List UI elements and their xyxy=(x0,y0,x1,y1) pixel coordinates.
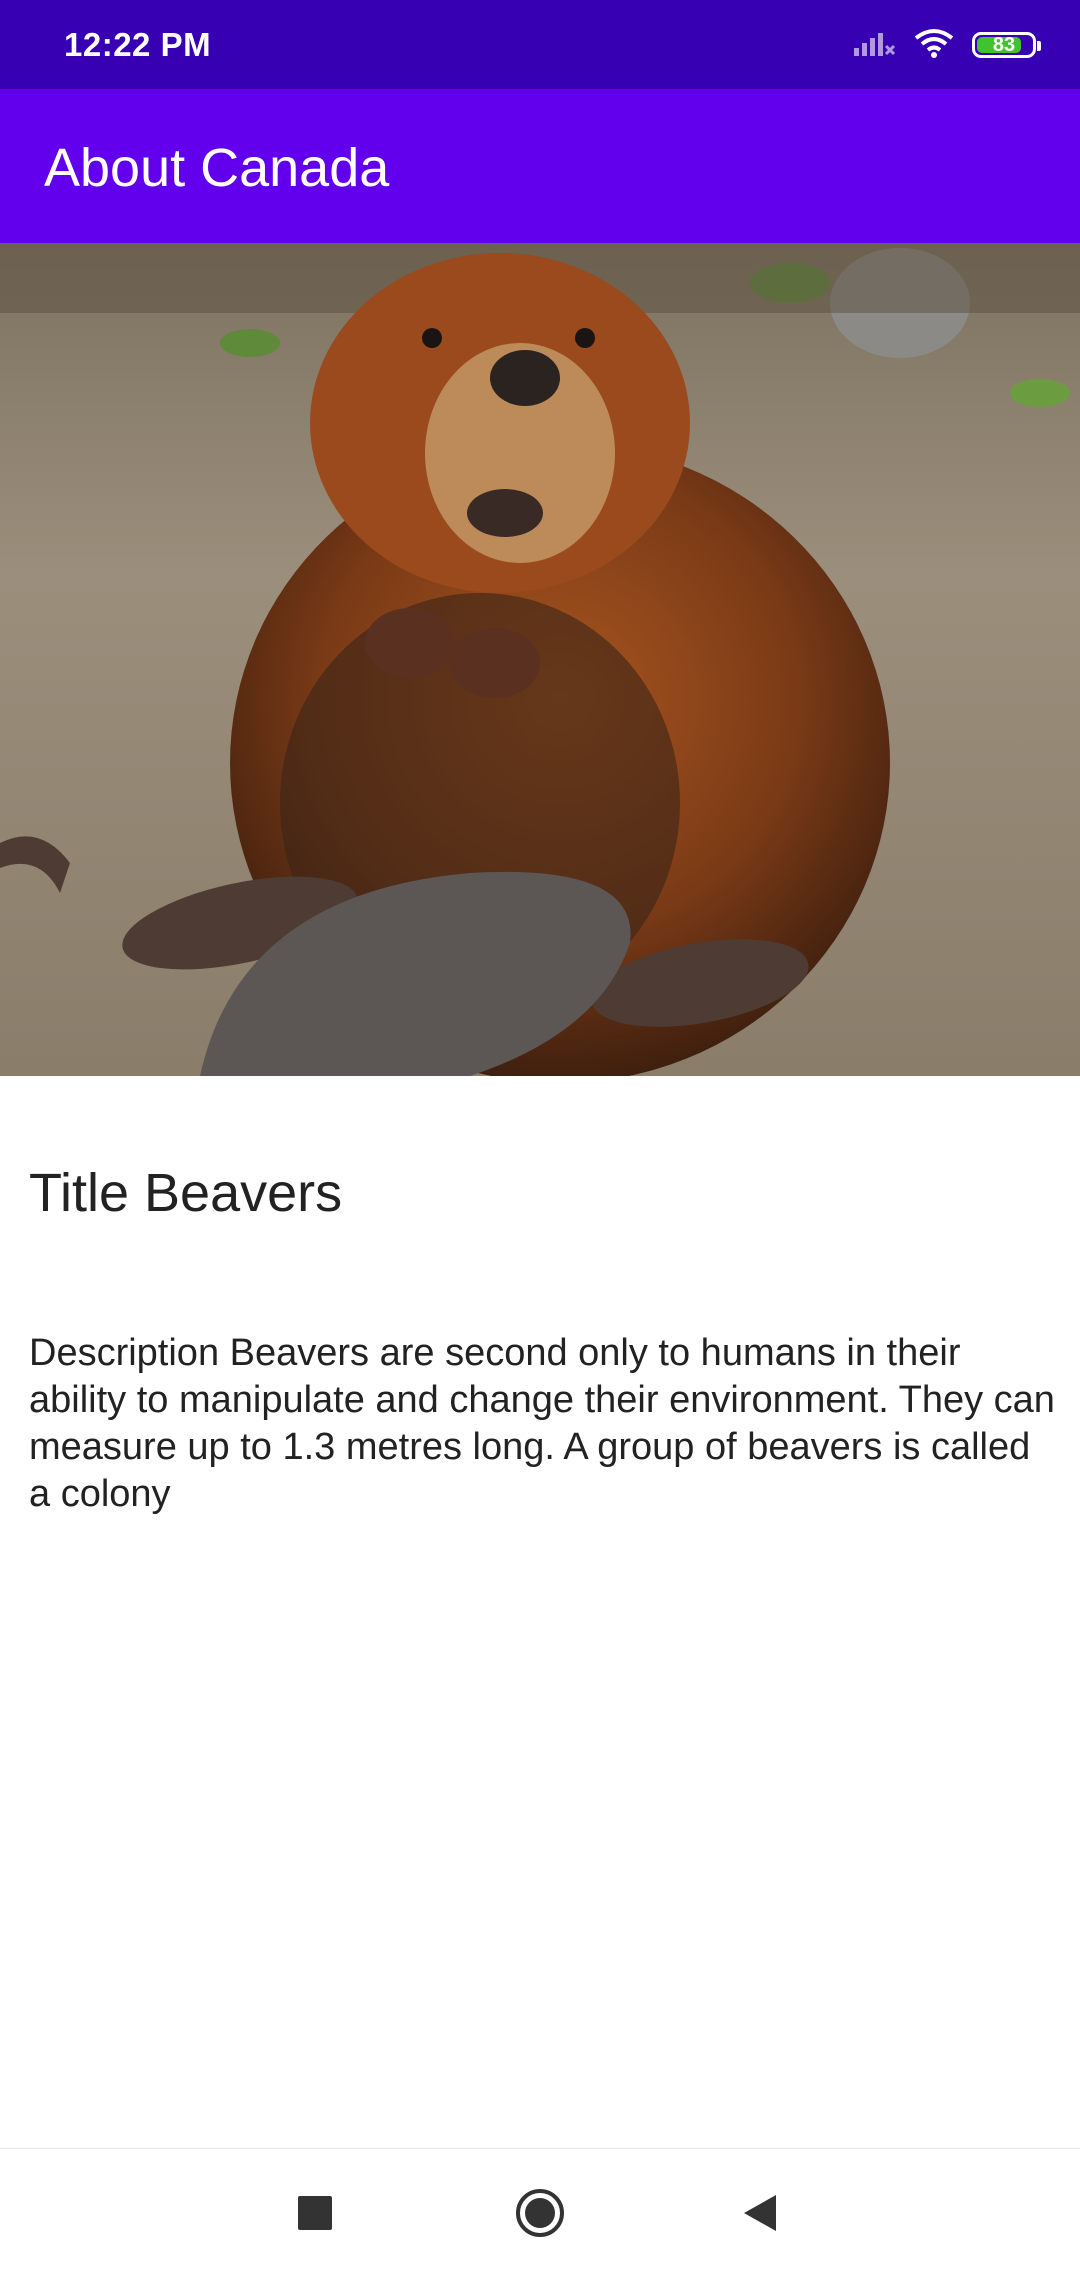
status-bar: 12:22 PM 83 xyxy=(0,0,1080,89)
item-title: Title Beavers xyxy=(29,1163,343,1223)
back-button[interactable] xyxy=(700,2149,820,2281)
system-nav-bar xyxy=(0,2148,1080,2280)
battery-icon: 83 xyxy=(972,32,1041,58)
battery-level: 83 xyxy=(992,33,1016,56)
status-icons: 83 xyxy=(852,24,1041,66)
wifi-icon xyxy=(914,28,954,63)
recents-button[interactable] xyxy=(255,2149,375,2281)
item-description: Description Beavers are second only to h… xyxy=(29,1332,1055,1515)
status-time: 12:22 PM xyxy=(64,26,212,63)
beaver-photo xyxy=(0,243,1080,1076)
back-triangle-icon xyxy=(742,2193,778,2238)
home-circle-icon xyxy=(514,2187,566,2244)
home-button[interactable] xyxy=(480,2149,600,2281)
page-title: About Canada xyxy=(44,138,390,198)
recents-square-icon xyxy=(297,2195,333,2236)
app-bar: About Canada xyxy=(0,89,1080,243)
signal-icon xyxy=(852,28,896,63)
